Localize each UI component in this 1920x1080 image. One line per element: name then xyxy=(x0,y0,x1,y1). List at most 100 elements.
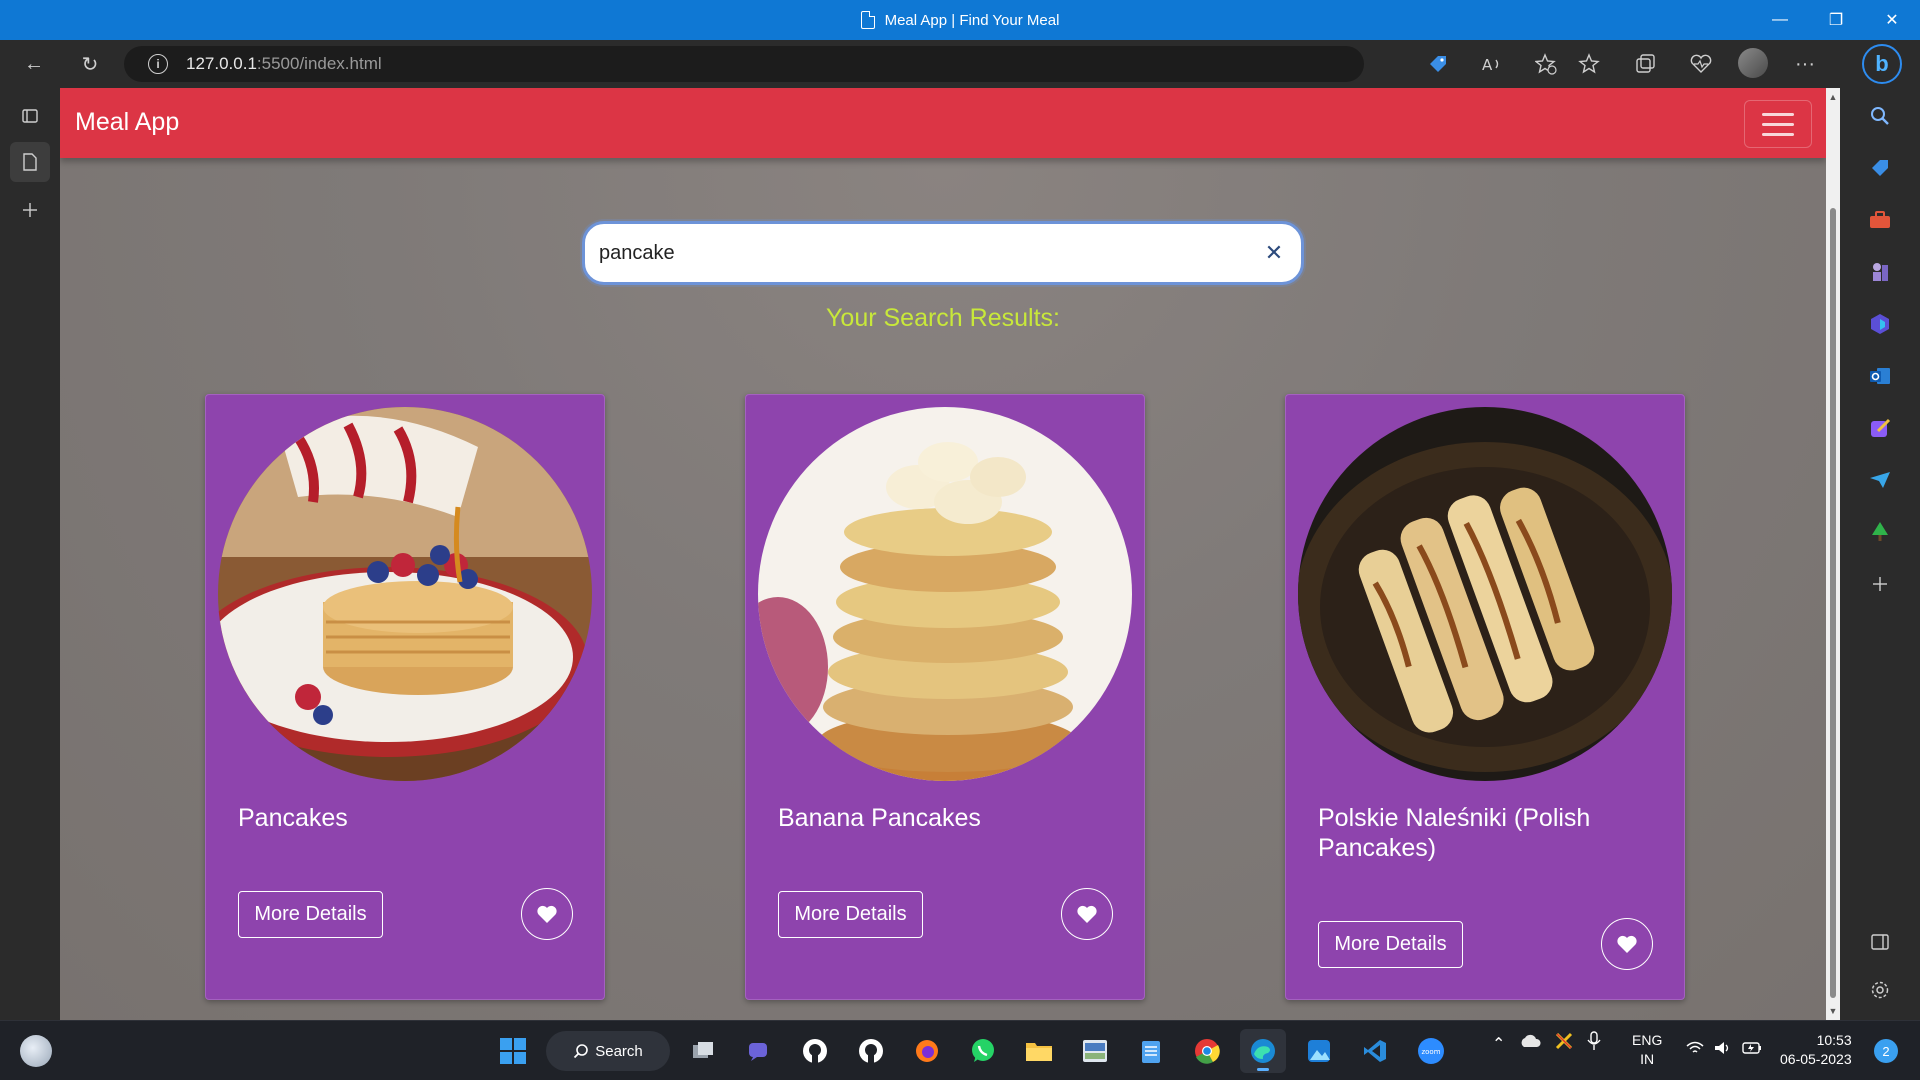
more-details-button[interactable]: More Details xyxy=(1318,921,1463,968)
url-host: 127.0.0.1 xyxy=(186,54,257,73)
weather-icon[interactable] xyxy=(20,1035,52,1067)
browser-essentials-icon[interactable] xyxy=(1682,48,1720,80)
window-titlebar: Meal App | Find Your Meal — ❐ ✕ xyxy=(0,0,1920,40)
document-icon xyxy=(860,11,875,29)
taskbar-search-button[interactable]: Search xyxy=(546,1031,670,1071)
new-tab-icon[interactable] xyxy=(10,190,50,230)
back-button[interactable]: ← xyxy=(18,48,50,80)
meal-image xyxy=(1298,407,1672,781)
favorite-button[interactable] xyxy=(1061,888,1113,940)
app-brand[interactable]: Meal App xyxy=(75,108,179,137)
vertical-tab-strip xyxy=(0,88,60,1020)
region-code: IN xyxy=(1640,1051,1655,1067)
tab-meal-app[interactable] xyxy=(10,142,50,182)
address-bar[interactable]: i 127.0.0.1:5500/index.html xyxy=(124,46,1364,82)
more-details-button[interactable]: More Details xyxy=(238,891,383,938)
clear-search-icon[interactable]: ✕ xyxy=(1261,240,1287,266)
site-info-icon[interactable]: i xyxy=(148,54,168,74)
meal-title: Polskie Naleśniki (Polish Pancakes) xyxy=(1318,804,1591,862)
onedrive-icon[interactable] xyxy=(1519,1034,1541,1053)
toolbar-right-icons: ··· xyxy=(1570,48,1824,80)
meal-search-box: ✕ xyxy=(582,221,1304,285)
close-window-button[interactable]: ✕ xyxy=(1864,0,1920,40)
sidebar-designer-icon[interactable] xyxy=(1862,410,1898,446)
language-code: ENG xyxy=(1632,1032,1663,1048)
navbar-toggler-button[interactable] xyxy=(1744,100,1812,148)
sidebar-search-icon[interactable] xyxy=(1862,98,1898,134)
clock-time: 10:53 xyxy=(1816,1032,1852,1048)
scroll-up-icon[interactable]: ▲ xyxy=(1828,92,1838,102)
reload-icon: ↻ xyxy=(81,53,99,76)
more-details-button[interactable]: More Details xyxy=(778,891,923,938)
github-desktop-icon[interactable] xyxy=(792,1029,838,1073)
page-scrollbar[interactable]: ▲ ▼ xyxy=(1826,88,1840,1020)
favorite-button[interactable] xyxy=(521,888,573,940)
meal-title: Pancakes xyxy=(238,804,348,832)
task-view-icon[interactable] xyxy=(680,1029,726,1073)
add-favorite-icon[interactable] xyxy=(1528,48,1564,80)
meal-image xyxy=(218,407,592,781)
file-explorer-icon[interactable] xyxy=(1016,1029,1062,1073)
show-hidden-icons-icon[interactable]: ⌃ xyxy=(1492,1034,1505,1054)
microphone-icon[interactable] xyxy=(1587,1031,1601,1056)
edge-icon[interactable] xyxy=(1240,1029,1286,1073)
github-icon[interactable] xyxy=(848,1029,894,1073)
collections-icon[interactable] xyxy=(1626,48,1664,80)
url-text[interactable]: 127.0.0.1:5500/index.html xyxy=(186,54,382,74)
tab-actions-icon[interactable] xyxy=(10,96,50,136)
sidebar-hide-icon[interactable] xyxy=(1862,924,1898,960)
maximize-button[interactable]: ❐ xyxy=(1808,0,1864,40)
taskbar-apps: Search zoom xyxy=(490,1029,1454,1073)
favorite-button[interactable] xyxy=(1601,918,1653,970)
app-navbar: Meal App xyxy=(60,88,1826,158)
meal-image xyxy=(758,407,1132,781)
heart-icon xyxy=(1617,935,1637,953)
read-aloud-icon[interactable]: A xyxy=(1474,48,1510,80)
more-options-icon[interactable]: ··· xyxy=(1786,48,1824,80)
whatsapp-icon[interactable] xyxy=(960,1029,1006,1073)
start-button[interactable] xyxy=(490,1029,536,1073)
system-tray: ⌃ xyxy=(1492,1031,1601,1056)
system-clock[interactable]: 10:53 06-05-2023 xyxy=(1780,1031,1852,1069)
vscode-icon[interactable] xyxy=(1352,1029,1398,1073)
sync-error-icon[interactable] xyxy=(1555,1032,1573,1055)
window-title: Meal App | Find Your Meal xyxy=(884,11,1060,29)
sidebar-settings-icon[interactable] xyxy=(1862,972,1898,1008)
bing-copilot-icon[interactable]: b xyxy=(1862,44,1902,84)
chrome-icon[interactable] xyxy=(1184,1029,1230,1073)
meal-search-input[interactable] xyxy=(599,232,1239,274)
notepad-icon[interactable] xyxy=(1128,1029,1174,1073)
sidebar-shopping-icon[interactable] xyxy=(1862,150,1898,186)
page-viewport: Meal App ✕ Your Search Results: xyxy=(60,88,1826,1020)
sidebar-add-icon[interactable] xyxy=(1862,566,1898,602)
wifi-icon xyxy=(1686,1041,1704,1053)
image-viewer-icon[interactable] xyxy=(1072,1029,1118,1073)
quick-settings[interactable] xyxy=(1686,1041,1762,1055)
photos-icon[interactable] xyxy=(1296,1029,1342,1073)
sidebar-office-icon[interactable] xyxy=(1862,306,1898,342)
search-icon xyxy=(574,1044,589,1059)
meal-card: Pancakes More Details xyxy=(205,394,605,1000)
favorites-icon[interactable] xyxy=(1570,48,1608,80)
heart-icon xyxy=(1077,905,1097,923)
sidebar-games-icon[interactable] xyxy=(1862,254,1898,290)
shopping-tag-icon[interactable] xyxy=(1420,48,1456,80)
window-controls: — ❐ ✕ xyxy=(1752,0,1920,40)
url-path: :5500/index.html xyxy=(256,54,382,73)
address-bar-icons: A xyxy=(1420,48,1564,80)
notification-badge[interactable]: 2 xyxy=(1874,1039,1898,1063)
sidebar-drop-icon[interactable] xyxy=(1862,462,1898,498)
minimize-button[interactable]: — xyxy=(1752,0,1808,40)
scroll-down-icon[interactable]: ▼ xyxy=(1828,1006,1838,1016)
scrollbar-thumb[interactable] xyxy=(1830,208,1836,998)
teams-chat-icon[interactable] xyxy=(736,1029,782,1073)
input-language[interactable]: ENG IN xyxy=(1632,1031,1662,1069)
zoom-icon[interactable]: zoom xyxy=(1408,1029,1454,1073)
firefox-icon[interactable] xyxy=(904,1029,950,1073)
profile-avatar[interactable] xyxy=(1738,48,1768,78)
sidebar-outlook-icon[interactable] xyxy=(1862,358,1898,394)
battery-icon xyxy=(1742,1042,1761,1054)
reload-button[interactable]: ↻ xyxy=(74,48,106,80)
sidebar-tree-icon[interactable] xyxy=(1862,514,1898,550)
sidebar-tools-icon[interactable] xyxy=(1862,202,1898,238)
